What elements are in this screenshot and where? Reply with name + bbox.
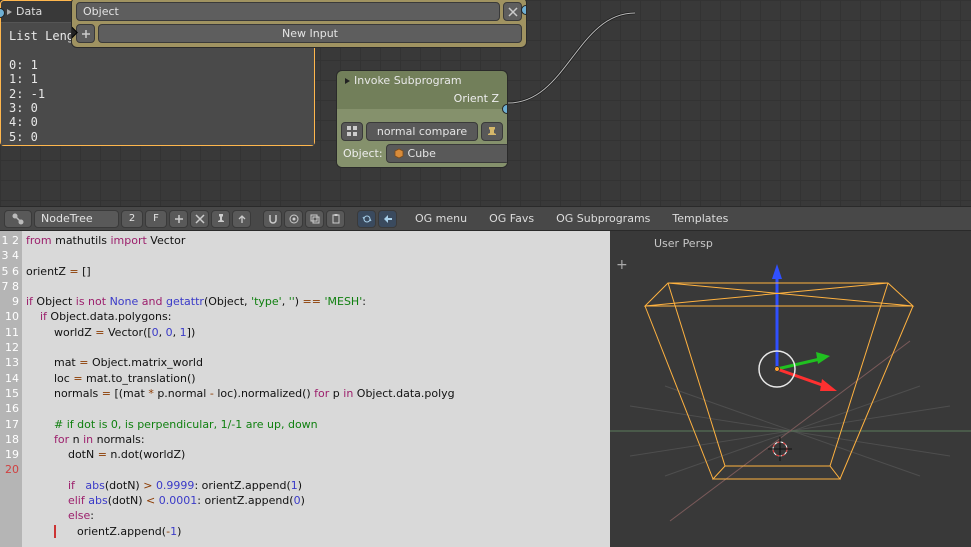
object-origin	[775, 367, 780, 372]
copy-nodes-button[interactable]	[305, 210, 324, 228]
pin-button[interactable]	[211, 210, 230, 228]
unlink-nodetree-button[interactable]	[190, 210, 209, 228]
code-content[interactable]: from mathutils import Vector orientZ = […	[22, 231, 610, 547]
object-socket-out[interactable]	[521, 5, 527, 15]
node-subprogram-inputs[interactable]: New Input	[71, 0, 527, 48]
remove-input-button[interactable]	[503, 2, 522, 21]
data-node-title: Data	[16, 5, 42, 18]
output-socket-label: Orient Z	[337, 90, 507, 109]
snap-button[interactable]	[263, 210, 282, 228]
orientz-socket-out[interactable]	[502, 104, 508, 114]
header-menus: OG menu OG Favs OG Subprograms Templates	[415, 212, 728, 225]
go-parent-button[interactable]	[232, 210, 251, 228]
object-param-label: Object:	[341, 147, 383, 160]
paste-nodes-button[interactable]	[326, 210, 345, 228]
menu-og-subprograms[interactable]: OG Subprograms	[556, 212, 650, 225]
new-input-label: New Input	[282, 27, 338, 40]
editor-type-button[interactable]	[4, 210, 32, 228]
viewport-scene	[610, 231, 971, 547]
3d-viewport[interactable]: User Persp +	[610, 231, 971, 547]
object-value-field[interactable]	[408, 147, 508, 160]
node-editor-header: 2 F OG menu OG Favs OG Subprograms Templ…	[0, 206, 971, 231]
menu-og-favs[interactable]: OG Favs	[489, 212, 534, 225]
menu-og[interactable]: OG menu	[415, 212, 467, 225]
add-icon	[76, 24, 95, 43]
3d-cursor	[768, 437, 792, 461]
new-input-button[interactable]: New Input	[98, 24, 522, 43]
collapse-icon[interactable]	[7, 9, 12, 15]
snap-type-button[interactable]	[284, 210, 303, 228]
text-editor[interactable]: 1 2 3 4 5 6 7 8 9 10 11 12 13 14 15 16 1…	[0, 231, 610, 547]
node-invoke-subprogram[interactable]: Invoke Subprogram Orient Z normal compar…	[336, 70, 508, 168]
menu-templates[interactable]: Templates	[672, 212, 728, 225]
subprogram-pin-button[interactable]	[481, 122, 503, 141]
cube-icon	[393, 148, 405, 160]
subprogram-name: normal compare	[377, 125, 467, 138]
node-editor-area[interactable]: New Input Invoke Subprogram Orient Z nor…	[0, 0, 971, 205]
nodetree-users[interactable]: 2	[121, 210, 143, 228]
fake-user-button[interactable]: F	[145, 210, 167, 228]
auto-update-button[interactable]	[357, 210, 376, 228]
mesh-wireframe	[645, 283, 913, 479]
subprogram-grid-icon[interactable]	[341, 122, 363, 141]
collapse-icon[interactable]	[345, 78, 350, 84]
invoke-node-title: Invoke Subprogram	[354, 74, 462, 87]
subprogram-select-button[interactable]: normal compare	[366, 122, 478, 141]
line-gutter: 1 2 3 4 5 6 7 8 9 10 11 12 13 14 15 16 1…	[0, 231, 22, 547]
object-input-field[interactable]	[83, 5, 493, 18]
execute-button[interactable]	[378, 210, 397, 228]
add-nodetree-button[interactable]	[169, 210, 188, 228]
